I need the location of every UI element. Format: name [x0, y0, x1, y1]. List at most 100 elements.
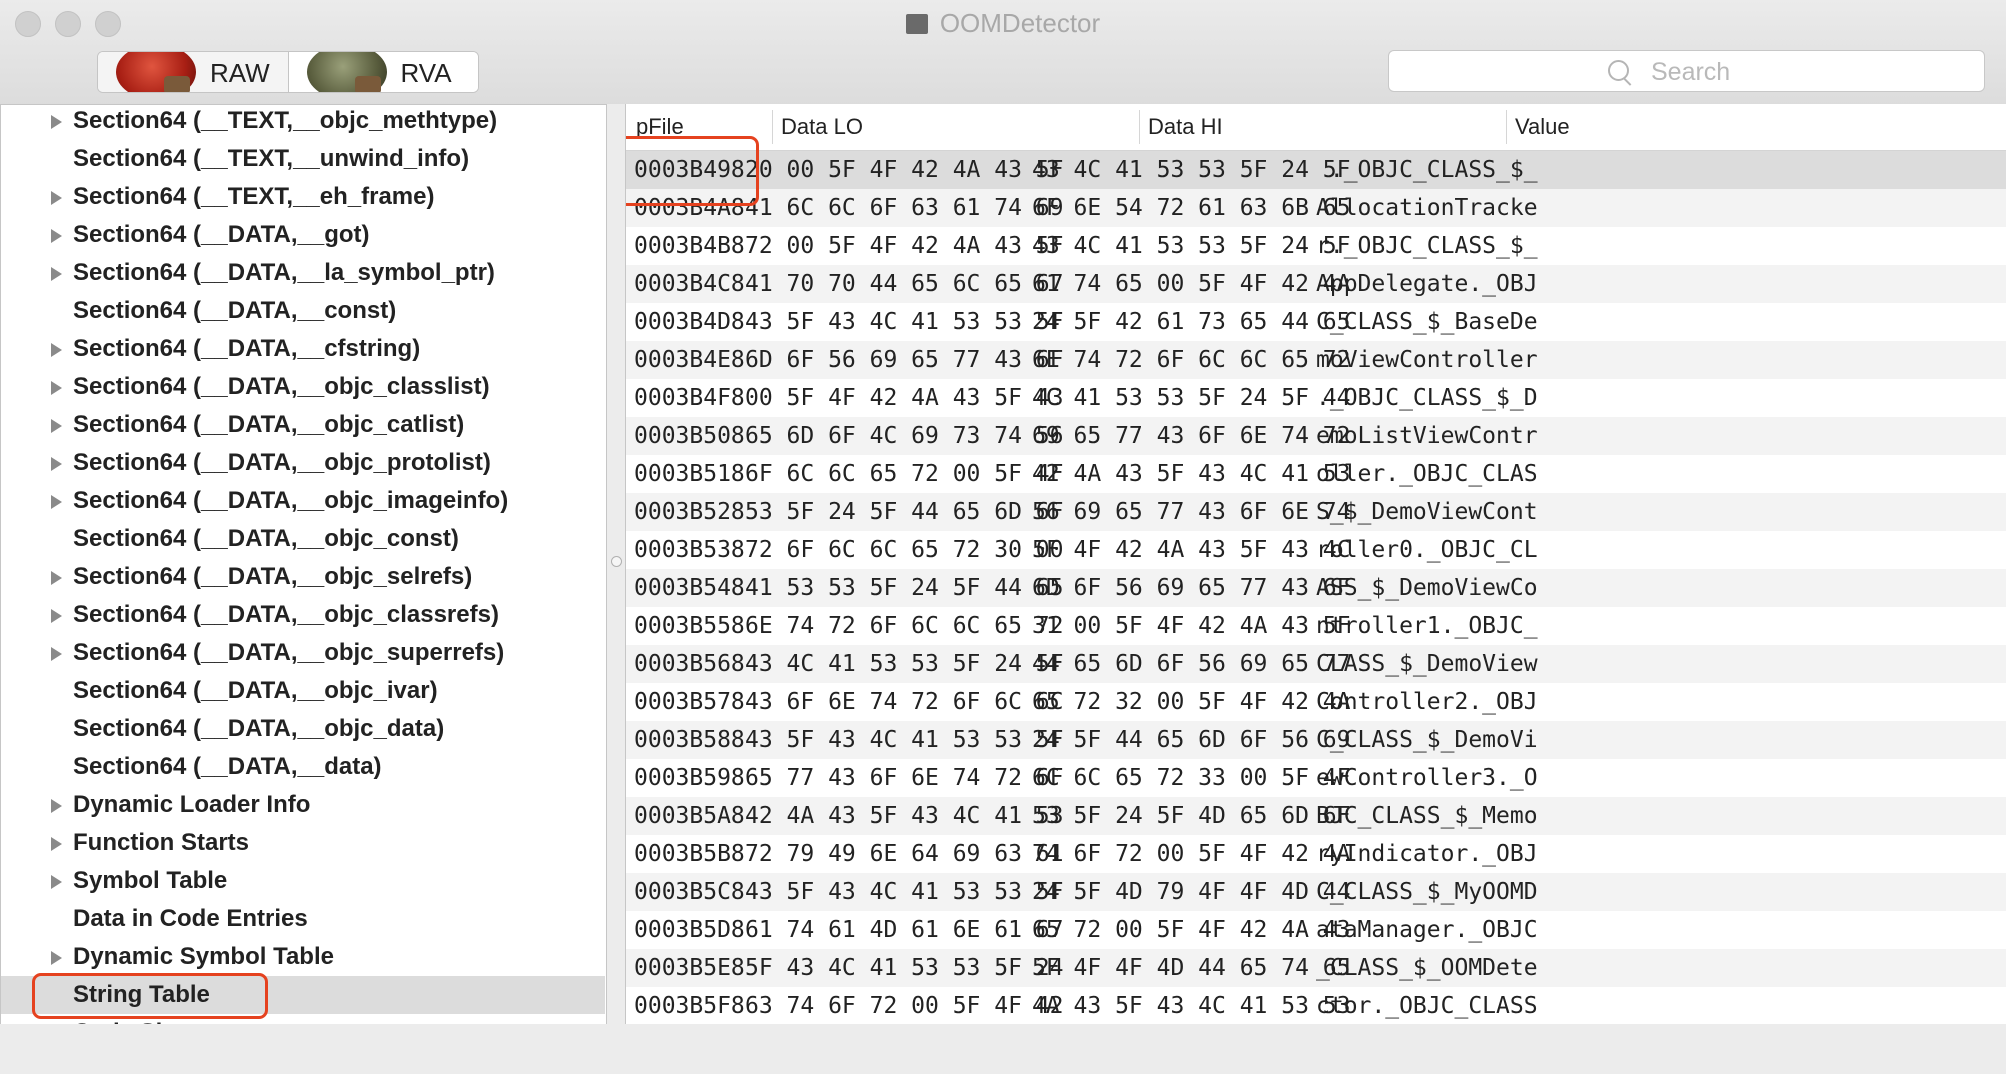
cell-data-hi: 74 6F 72 00 5F 4F 42 4A: [1032, 841, 1351, 867]
table-row[interactable]: 0003B4E8 6D 6F 56 69 65 77 43 6F 6E 74 72 …: [626, 341, 2006, 379]
sidebar-item[interactable]: Section64 (__DATA,__objc_selrefs): [1, 558, 605, 596]
sidebar-item[interactable]: Section64 (__DATA,__objc_classrefs): [1, 596, 605, 634]
sidebar-item-label: Function Starts: [73, 829, 250, 856]
table-row[interactable]: 0003B4C8 41 70 70 44 65 6C 65 67 61 74 65 …: [626, 265, 2006, 303]
sidebar-item[interactable]: Function Starts: [1, 824, 605, 862]
table-row[interactable]: 0003B4B8 72 00 5F 4F 42 4A 43 5F 43 4C 41 …: [626, 227, 2006, 265]
cell-pfile: 0003B5C8: [634, 879, 745, 905]
table-row[interactable]: 0003B548 41 53 53 5F 24 5F 44 65 6D 6F 56 …: [626, 569, 2006, 607]
sidebar-item-label: Section64 (__DATA,__cfstring): [73, 335, 421, 362]
disclosure-triangle-icon[interactable]: [51, 191, 62, 205]
disclosure-triangle-icon[interactable]: [51, 875, 62, 889]
disclosure-triangle-icon[interactable]: [51, 419, 62, 433]
cell-data-hi: 4C 41 53 53 5F 24 5F 44: [1032, 385, 1351, 411]
disclosure-triangle-icon[interactable]: [51, 495, 62, 509]
cell-value: r._OBJC_CLASS_$_: [1316, 233, 1538, 259]
table-row[interactable]: 0003B538 72 6F 6C 6C 65 72 30 00 5F 4F 42 …: [626, 531, 2006, 569]
column-header-pfile[interactable]: pFile: [636, 114, 684, 140]
cell-data-hi: 42 4A 43 5F 43 4C 41 53: [1032, 461, 1351, 487]
sidebar-item[interactable]: Section64 (__TEXT,__eh_frame): [1, 178, 605, 216]
disclosure-triangle-icon[interactable]: [51, 381, 62, 395]
table-row[interactable]: 0003B5F8 63 74 6F 72 00 5F 4F 42 4A 43 5F …: [626, 987, 2006, 1024]
column-header-value[interactable]: Value: [1515, 114, 1570, 140]
sidebar-item[interactable]: Section64 (__TEXT,__objc_methtype): [1, 105, 605, 140]
cell-pfile: 0003B528: [634, 499, 745, 525]
disclosure-triangle-icon[interactable]: [51, 343, 62, 357]
sidebar-item[interactable]: Section64 (__DATA,__objc_imageinfo): [1, 482, 605, 520]
sidebar-item[interactable]: Section64 (__DATA,__objc_catlist): [1, 406, 605, 444]
disclosure-triangle-icon[interactable]: [51, 951, 62, 965]
table-row[interactable]: 0003B588 43 5F 43 4C 41 53 53 5F 24 5F 44 …: [626, 721, 2006, 759]
table-row[interactable]: 0003B4A8 41 6C 6C 6F 63 61 74 69 6F 6E 54 …: [626, 189, 2006, 227]
sidebar-item[interactable]: Section64 (__DATA,__const): [1, 292, 605, 330]
sidebar-item[interactable]: Section64 (__TEXT,__unwind_info): [1, 140, 605, 178]
table-row[interactable]: 0003B4F8 00 5F 4F 42 4A 43 5F 43 4C 41 53 …: [626, 379, 2006, 417]
cell-data-hi: 24 5F 42 61 73 65 44 65: [1032, 309, 1351, 335]
search-input[interactable]: [1649, 57, 1953, 87]
table-row[interactable]: 0003B578 43 6F 6E 74 72 6F 6C 6C 65 72 32 …: [626, 683, 2006, 721]
cell-pfile: 0003B4F8: [634, 385, 745, 411]
divider-handle[interactable]: [611, 556, 622, 567]
sidebar-item[interactable]: Section64 (__DATA,__objc_const): [1, 520, 605, 558]
disclosure-triangle-icon[interactable]: [51, 799, 62, 813]
table-row[interactable]: 0003B528 53 5F 24 5F 44 65 6D 6F 56 69 65 …: [626, 493, 2006, 531]
table-row[interactable]: 0003B518 6F 6C 6C 65 72 00 5F 4F 42 4A 43 …: [626, 455, 2006, 493]
cell-data-hi: 31 00 5F 4F 42 4A 43 5F: [1032, 613, 1351, 639]
column-header-data-lo[interactable]: Data LO: [781, 114, 863, 140]
cell-data-lo: 43 5F 43 4C 41 53 53 5F: [745, 879, 1064, 905]
table-row[interactable]: 0003B508 65 6D 6F 4C 69 73 74 56 69 65 77 …: [626, 417, 2006, 455]
cell-data-hi: 24 5F 4D 79 4F 4F 4D 44: [1032, 879, 1351, 905]
disclosure-triangle-icon[interactable]: [51, 267, 62, 281]
cell-data-hi: 61 74 65 00 5F 4F 42 4A: [1032, 271, 1351, 297]
disclosure-triangle-icon[interactable]: [51, 609, 62, 623]
sidebar-item[interactable]: Dynamic Loader Info: [1, 786, 605, 824]
sidebar-item[interactable]: Section64 (__DATA,__objc_data): [1, 710, 605, 748]
split-divider[interactable]: [607, 104, 625, 1024]
sidebar-item[interactable]: Symbol Table: [1, 862, 605, 900]
cell-data-lo: 43 5F 43 4C 41 53 53 5F: [745, 727, 1064, 753]
disclosure-triangle-icon[interactable]: [51, 115, 62, 129]
table-row[interactable]: 0003B598 65 77 43 6F 6E 74 72 6F 6C 6C 65 …: [626, 759, 2006, 797]
sidebar-item-label: Data in Code Entries: [73, 905, 308, 932]
table-row[interactable]: 0003B5E8 5F 43 4C 41 53 53 5F 24 5F 4F 4F …: [626, 949, 2006, 987]
sidebar-item[interactable]: Section64 (__DATA,__objc_superrefs): [1, 634, 605, 672]
disclosure-triangle-icon[interactable]: [51, 837, 62, 851]
raw-mode-button[interactable]: RAW: [98, 52, 289, 92]
disclosure-triangle-icon[interactable]: [51, 229, 62, 243]
sidebar-item[interactable]: Section64 (__DATA,__got): [1, 216, 605, 254]
disclosure-triangle-icon[interactable]: [51, 457, 62, 471]
table-row[interactable]: 0003B5D8 61 74 61 4D 61 6E 61 67 65 72 00 …: [626, 911, 2006, 949]
disclosure-triangle-icon[interactable]: [51, 647, 62, 661]
window-title: OOMDetector: [939, 8, 1101, 38]
sidebar-item[interactable]: Section64 (__DATA,__objc_protolist): [1, 444, 605, 482]
table-row[interactable]: 0003B5C8 43 5F 43 4C 41 53 53 5F 24 5F 4D …: [626, 873, 2006, 911]
cell-pfile: 0003B5F8: [634, 993, 745, 1019]
table-row[interactable]: 0003B5A8 42 4A 43 5F 43 4C 41 53 53 5F 24 …: [626, 797, 2006, 835]
sidebar-item[interactable]: Data in Code Entries: [1, 900, 605, 938]
rva-mode-button[interactable]: RVA: [288, 52, 478, 92]
sidebar-item[interactable]: String Table: [1, 976, 605, 1014]
search-field[interactable]: [1388, 50, 1985, 92]
sidebar-item[interactable]: Section64 (__DATA,__la_symbol_ptr): [1, 254, 605, 292]
cell-value: oller._OBJC_CLAS: [1316, 461, 1538, 487]
table-row[interactable]: 0003B5B8 72 79 49 6E 64 69 63 61 74 6F 72 …: [626, 835, 2006, 873]
sidebar-item[interactable]: Section64 (__DATA,__data): [1, 748, 605, 786]
cell-data-hi: 5F 4F 42 4A 43 5F 43 4C: [1032, 537, 1351, 563]
sidebar-item-label: Section64 (__DATA,__objc_classrefs): [73, 601, 499, 628]
view-mode-segmented-control: RAW RVA: [97, 51, 479, 93]
sidebar-item[interactable]: Dynamic Symbol Table: [1, 938, 605, 976]
cell-value: ntroller1._OBJC_: [1316, 613, 1538, 639]
disclosure-triangle-icon[interactable]: [51, 571, 62, 585]
table-row[interactable]: 0003B4D8 43 5F 43 4C 41 53 53 5F 24 5F 42 …: [626, 303, 2006, 341]
apple-icon: [306, 52, 387, 92]
table-row[interactable]: 0003B498 20 00 5F 4F 42 4A 43 5F 43 4C 41 …: [626, 151, 2006, 189]
table-row[interactable]: 0003B568 43 4C 41 53 53 5F 24 5F 44 65 6D …: [626, 645, 2006, 683]
cell-value: C_CLASS_$_BaseDe: [1316, 309, 1538, 335]
sidebar-item[interactable]: Section64 (__DATA,__objc_classlist): [1, 368, 605, 406]
sidebar-item[interactable]: Section64 (__DATA,__cfstring): [1, 330, 605, 368]
cell-value: ewController3._O: [1316, 765, 1538, 791]
column-header-data-hi[interactable]: Data HI: [1148, 114, 1223, 140]
sidebar-item[interactable]: Section64 (__DATA,__objc_ivar): [1, 672, 605, 710]
cell-pfile: 0003B598: [634, 765, 745, 791]
table-row[interactable]: 0003B558 6E 74 72 6F 6C 6C 65 72 31 00 5F …: [626, 607, 2006, 645]
